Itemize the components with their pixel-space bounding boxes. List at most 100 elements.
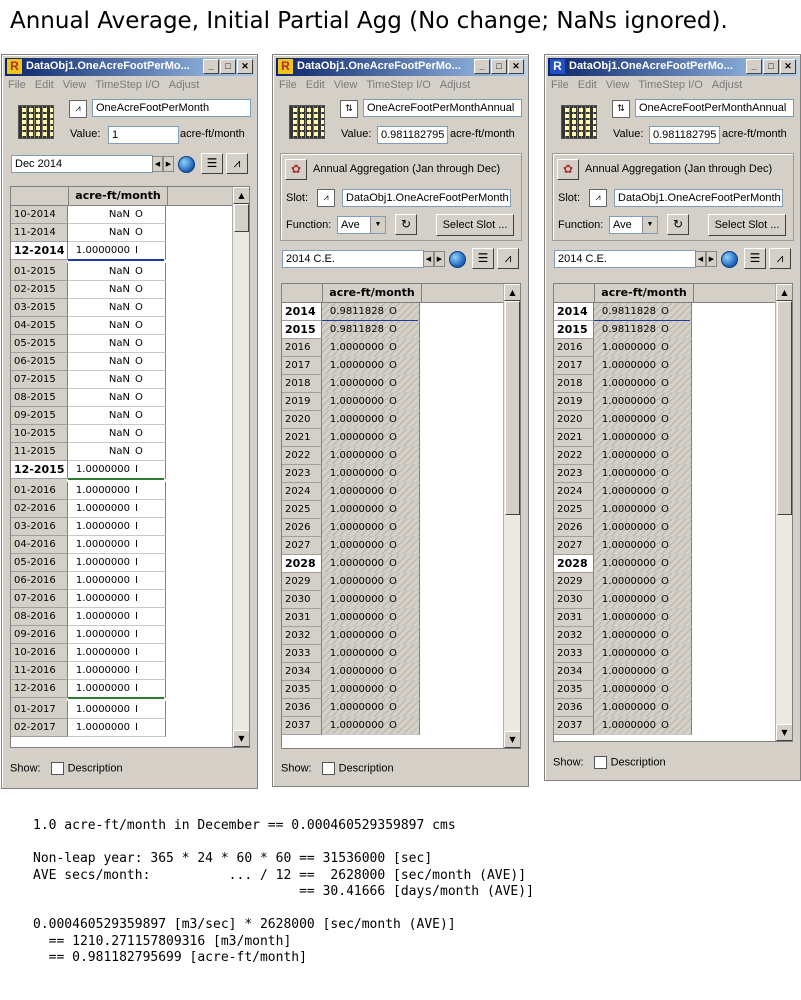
menu-timestep-io[interactable]: TimeStep I/O xyxy=(638,79,702,91)
table-row[interactable]: 2029 1.0000000 O xyxy=(554,573,692,591)
row-value[interactable]: 0.9811828 xyxy=(594,303,658,321)
select-slot-button[interactable]: Select Slot ... xyxy=(708,214,786,236)
table-row[interactable]: 06-2016 1.0000000 I xyxy=(11,572,166,590)
value-field[interactable]: 0.981182795 xyxy=(377,126,448,144)
row-value[interactable]: 1.0000000 xyxy=(594,627,658,645)
table-row[interactable]: 2019 1.0000000 O xyxy=(554,393,692,411)
close-button[interactable]: ✕ xyxy=(508,59,524,74)
scroll-up-icon[interactable]: ▲ xyxy=(504,284,520,301)
menu-adjust[interactable]: Adjust xyxy=(169,79,200,91)
row-value[interactable]: 1.0000000 xyxy=(68,662,132,680)
row-value[interactable]: 1.0000000 xyxy=(594,609,658,627)
row-value[interactable]: 1.0000000 xyxy=(594,591,658,609)
table-row[interactable]: 04-2016 1.0000000 I xyxy=(11,536,166,554)
menu-adjust[interactable]: Adjust xyxy=(712,79,743,91)
maximize-button[interactable]: □ xyxy=(763,59,779,74)
scroll-up-icon[interactable]: ▲ xyxy=(776,284,792,301)
vertical-scrollbar[interactable]: ▲ ▼ xyxy=(775,284,792,741)
table-row[interactable]: 2014 0.9811828 O xyxy=(282,303,420,321)
table-row[interactable]: 11-2015 NaN O xyxy=(11,443,166,461)
plot-icon[interactable]: ⩘ xyxy=(497,248,519,269)
table-row[interactable]: 2021 1.0000000 O xyxy=(554,429,692,447)
table-row[interactable]: 12-2016 1.0000000 I xyxy=(11,680,166,698)
date-spinner[interactable]: ◀ ▶ xyxy=(152,156,174,172)
row-value[interactable]: 1.0000000 xyxy=(322,681,386,699)
menu-timestep-io[interactable]: TimeStep I/O xyxy=(95,79,159,91)
value-field[interactable]: 0.981182795 xyxy=(649,126,720,144)
table-row[interactable]: 2037 1.0000000 O xyxy=(282,717,420,735)
column-header[interactable]: acre-ft/month xyxy=(68,187,168,205)
table-row[interactable]: 07-2015 NaN O xyxy=(11,371,166,389)
table-row[interactable]: 01-2016 1.0000000 I xyxy=(11,482,166,500)
table-row[interactable]: 2026 1.0000000 O xyxy=(282,519,420,537)
row-value[interactable]: 0.9811828 xyxy=(322,303,386,321)
title-bar[interactable]: R DataObj1.OneAcreFootPerMo... _ □ ✕ xyxy=(5,58,254,76)
table-row[interactable]: 03-2016 1.0000000 I xyxy=(11,518,166,536)
table-row[interactable]: 09-2016 1.0000000 I xyxy=(11,626,166,644)
table-row[interactable]: 2036 1.0000000 O xyxy=(554,699,692,717)
row-value[interactable]: 1.0000000 xyxy=(322,717,386,735)
row-value[interactable]: 1.0000000 xyxy=(68,719,132,737)
row-value[interactable]: NaN xyxy=(68,407,132,425)
table-row[interactable]: 2018 1.0000000 O xyxy=(282,375,420,393)
row-value[interactable]: 1.0000000 xyxy=(68,518,132,536)
table-row[interactable]: 2030 1.0000000 O xyxy=(282,591,420,609)
row-value[interactable]: NaN xyxy=(68,299,132,317)
function-select[interactable]: Ave ▼ xyxy=(337,216,386,234)
table-row[interactable]: 2020 1.0000000 O xyxy=(554,411,692,429)
globe-icon[interactable] xyxy=(449,251,466,268)
table-row[interactable]: 2020 1.0000000 O xyxy=(282,411,420,429)
row-value[interactable]: 1.0000000 xyxy=(68,500,132,518)
table-row[interactable]: 2031 1.0000000 O xyxy=(554,609,692,627)
agg-slot-field[interactable]: DataObj1.OneAcreFootPerMonth xyxy=(342,189,511,207)
refresh-icon[interactable]: ↻ xyxy=(667,214,689,235)
plot-icon[interactable]: ⩘ xyxy=(226,153,248,174)
menu-view[interactable]: View xyxy=(334,79,358,91)
table-row[interactable]: 2023 1.0000000 O xyxy=(282,465,420,483)
maximize-button[interactable]: □ xyxy=(491,59,507,74)
table-row[interactable]: 2032 1.0000000 O xyxy=(282,627,420,645)
row-value[interactable]: 1.0000000 xyxy=(594,501,658,519)
row-value[interactable]: 1.0000000 xyxy=(594,645,658,663)
row-value[interactable]: 1.0000000 xyxy=(322,519,386,537)
table-row[interactable]: 01-2015 NaN O xyxy=(11,263,166,281)
date-field[interactable]: 2014 C.E. xyxy=(554,250,696,268)
table-row[interactable]: 02-2016 1.0000000 I xyxy=(11,500,166,518)
table-row[interactable]: 2030 1.0000000 O xyxy=(554,591,692,609)
minimize-button[interactable]: _ xyxy=(203,59,219,74)
scroll-thumb[interactable] xyxy=(777,301,792,515)
table-row[interactable]: 2029 1.0000000 O xyxy=(282,573,420,591)
function-select[interactable]: Ave ▼ xyxy=(609,216,658,234)
slot-data-table[interactable]: acre-ft/month 2014 0.9811828 O 2015 0.981182… xyxy=(281,283,521,749)
scroll-down-icon[interactable]: ▼ xyxy=(233,730,249,747)
row-value[interactable]: NaN xyxy=(68,206,132,224)
menu-edit[interactable]: Edit xyxy=(35,79,54,91)
date-field[interactable]: 2014 C.E. xyxy=(282,250,424,268)
table-row[interactable]: 2033 1.0000000 O xyxy=(554,645,692,663)
row-value[interactable]: NaN xyxy=(68,317,132,335)
row-value[interactable]: 1.0000000 xyxy=(594,375,658,393)
table-row[interactable]: 2015 0.9811828 O xyxy=(282,321,420,339)
row-value[interactable]: 1.0000000 xyxy=(322,663,386,681)
row-value[interactable]: NaN xyxy=(68,389,132,407)
row-value[interactable]: 1.0000000 xyxy=(68,554,132,572)
row-value[interactable]: NaN xyxy=(68,281,132,299)
row-value[interactable]: 1.0000000 xyxy=(594,717,658,735)
globe-icon[interactable] xyxy=(721,251,738,268)
table-row[interactable]: 2014 0.9811828 O xyxy=(554,303,692,321)
row-value[interactable]: 1.0000000 xyxy=(322,393,386,411)
description-checkbox[interactable] xyxy=(321,762,335,775)
table-row[interactable]: 2022 1.0000000 O xyxy=(282,447,420,465)
table-row[interactable]: 2028 1.0000000 O xyxy=(282,555,420,573)
row-value[interactable]: 1.0000000 xyxy=(594,537,658,555)
table-row[interactable]: 12-2014 1.0000000 I xyxy=(11,242,166,260)
row-value[interactable]: 1.0000000 xyxy=(322,501,386,519)
table-row[interactable]: 2023 1.0000000 O xyxy=(554,465,692,483)
table-row[interactable]: 2025 1.0000000 O xyxy=(554,501,692,519)
row-value[interactable]: 1.0000000 xyxy=(594,339,658,357)
menu-file[interactable]: File xyxy=(8,79,26,91)
table-row[interactable]: 01-2017 1.0000000 I xyxy=(11,701,166,719)
row-value[interactable]: 1.0000000 xyxy=(322,591,386,609)
table-row[interactable]: 2016 1.0000000 O xyxy=(554,339,692,357)
table-row[interactable]: 09-2015 NaN O xyxy=(11,407,166,425)
